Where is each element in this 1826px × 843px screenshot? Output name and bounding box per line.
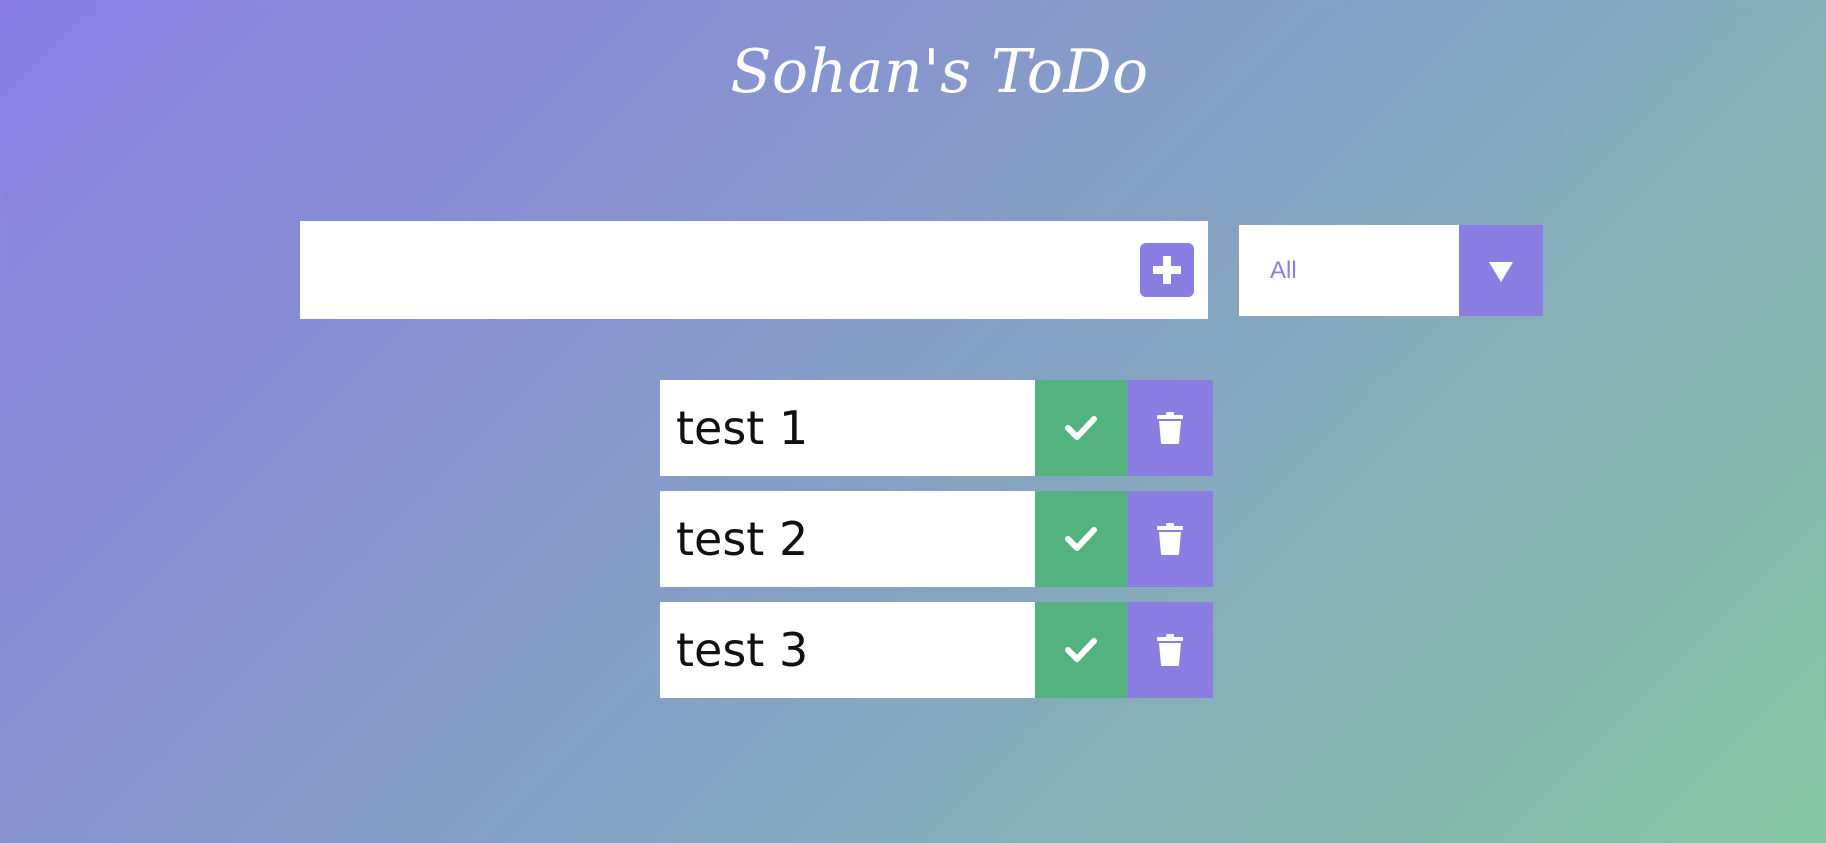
delete-button[interactable] bbox=[1127, 602, 1213, 698]
todo-list: test 1 test 2 test 3 bbox=[660, 380, 1213, 713]
check-icon bbox=[1065, 638, 1097, 662]
complete-button[interactable] bbox=[1035, 602, 1127, 698]
todo-item: test 1 bbox=[660, 380, 1213, 476]
todo-form bbox=[300, 221, 1208, 319]
filter-dropdown-button[interactable] bbox=[1459, 225, 1543, 316]
todo-item: test 3 bbox=[660, 602, 1213, 698]
todo-input[interactable] bbox=[300, 221, 1120, 319]
add-todo-button[interactable] bbox=[1140, 243, 1194, 297]
filter-select[interactable]: All bbox=[1239, 225, 1543, 316]
complete-button[interactable] bbox=[1035, 491, 1127, 587]
todo-text: test 2 bbox=[676, 512, 809, 566]
complete-button[interactable] bbox=[1035, 380, 1127, 476]
check-icon bbox=[1065, 416, 1097, 440]
filter-selected-value: All bbox=[1270, 257, 1297, 284]
trash-icon bbox=[1157, 634, 1183, 666]
delete-button[interactable] bbox=[1127, 491, 1213, 587]
todo-text: test 1 bbox=[676, 401, 809, 455]
triangle-down-icon bbox=[1489, 261, 1513, 282]
trash-icon bbox=[1157, 412, 1183, 444]
app-title: Sohan's ToDo bbox=[730, 37, 1149, 107]
trash-icon bbox=[1157, 523, 1183, 555]
todo-text: test 3 bbox=[676, 623, 809, 677]
todo-item: test 2 bbox=[660, 491, 1213, 587]
check-icon bbox=[1065, 527, 1097, 551]
delete-button[interactable] bbox=[1127, 380, 1213, 476]
plus-icon bbox=[1153, 256, 1181, 284]
